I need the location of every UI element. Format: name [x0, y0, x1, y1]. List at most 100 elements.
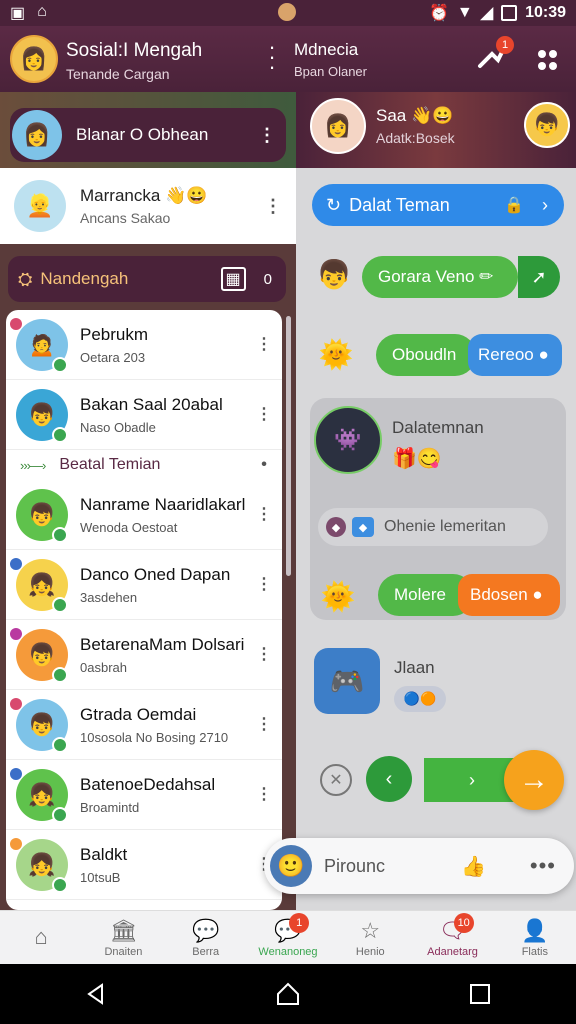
contact-row[interactable]: 👦 Gtrada Oemdai 10sosola No Bosing 2710 ⋮ [6, 690, 282, 760]
contact-menu-icon[interactable]: ⋮ [256, 576, 272, 594]
system-nav-bar [0, 964, 576, 1024]
contact-row[interactable]: 👧Baldkt10tsuB⋮ [6, 830, 282, 900]
badge-icon: ◆ [326, 517, 346, 537]
system-message: ◆ ◆ Ohenie lemeritan [318, 508, 548, 546]
contact-row[interactable]: 🙍 Pebrukm Oetara 203 ⋮ [6, 310, 282, 380]
contact-menu-icon[interactable]: ⋮ [256, 336, 272, 354]
contact-row[interactable]: 👦 BetarenaMam Dolsari 0asbrah ⋮ [6, 620, 282, 690]
signal-icon: ◢ [480, 5, 494, 22]
star-icon: ☆ [360, 917, 381, 943]
home-status-icon: ⌂ [37, 3, 47, 20]
profile-row[interactable]: 👱 Marrancka 👋😀 Ancans Sakao ⋮ [0, 168, 296, 244]
contact-row[interactable]: 👧 BatenoeDedahsal Broamintd ⋮ [6, 760, 282, 830]
contact-menu-icon[interactable]: ⋮ [256, 786, 272, 804]
tab-building[interactable]: 🏛 Dnaiten [82, 911, 164, 964]
alarm-icon: ⏰ [429, 5, 449, 22]
message-bubble[interactable]: Oboudln [376, 334, 476, 376]
contact-menu-icon[interactable]: ⋮ [256, 506, 272, 524]
forward-button[interactable]: → [504, 750, 564, 810]
status-dot [10, 698, 22, 710]
header-menu-icon[interactable]: · · · [264, 36, 280, 78]
emoji-icon: 👋😀 [165, 186, 208, 205]
contact-menu-icon[interactable]: ⋮ [256, 406, 272, 424]
contact-list: 🙍 Pebrukm Oetara 203 ⋮ 👦 Bakan Saal 20abal Nas… [6, 310, 282, 910]
contact-row[interactable]: 👧 Danco Oned Dapan 3asdehen ⋮ [6, 550, 282, 620]
close-icon[interactable]: ✕ [320, 764, 352, 796]
message-bubble-orange[interactable]: Bdosen ● [458, 574, 560, 616]
chat-header: 👩 Saa 👋😀 Adatk:Bosek 👦 [296, 92, 576, 168]
contact-name: Gtrada Oemdai [80, 704, 197, 724]
contact-name: BetarenaMam Dolsari [80, 634, 245, 654]
share-button[interactable]: 1 [474, 36, 514, 76]
tab-badge: 10 [453, 913, 474, 933]
mini-label: Pirounc [324, 855, 386, 876]
tab-message[interactable]: 💬 Wenanoneg 1 [247, 911, 329, 964]
divider-label: Beatal Temian [59, 456, 161, 473]
message-text: Oboudln [392, 345, 457, 364]
group-icon: ⛭ [18, 268, 33, 289]
contact-name: Danco Oned Dapan [80, 564, 231, 584]
chevron-right-icon: › [469, 769, 475, 790]
emoji-reactions-icon: 🎁😋 [392, 448, 442, 470]
thumbs-up-icon[interactable]: 👍 [461, 854, 486, 879]
tab-home[interactable]: ⌂ [0, 911, 82, 964]
add-friend-label: Dalat Teman [349, 194, 450, 215]
pinned-menu-icon[interactable]: ⋮ [258, 126, 276, 144]
tab-label: Berra [192, 945, 220, 958]
message-bubble[interactable]: Gorara Veno ✏ [362, 256, 518, 298]
more-icon[interactable]: ••• [530, 853, 556, 879]
reply-button[interactable]: ➚ [518, 256, 560, 298]
tab-badge: 1 [289, 913, 310, 933]
game-avatar: 👾 [314, 406, 382, 474]
tab-profile[interactable]: 👤 Flatis [494, 911, 576, 964]
people-icon [538, 50, 557, 70]
pinned-chat[interactable]: 👩 Blanar O Obhean ⋮ [10, 108, 286, 162]
tab-label: Dnaiten [104, 945, 143, 958]
arrow-icon: ➚ [531, 266, 547, 287]
contact-row[interactable]: 👦 Bakan Saal 20abal Naso Obadle ⋮ [6, 380, 282, 450]
tab-label: Flatis [521, 945, 548, 958]
divider-menu-icon[interactable]: • [256, 456, 272, 474]
user-avatar[interactable]: 👩 [10, 35, 58, 83]
back-icon[interactable] [82, 980, 110, 1008]
chevron-right-icon: › [542, 194, 548, 215]
add-friend-button[interactable]: ↻ Dalat Teman 🔒 › [312, 184, 564, 226]
pinned-avatar: 👩 [12, 110, 62, 160]
contact-name: Nanrame Naaridlakarl [80, 494, 246, 514]
scrollbar[interactable] [286, 316, 291, 576]
contact-row[interactable]: 👦 Nanrame Naaridlakarl Wenoda Oestoat ⋮ [6, 480, 282, 550]
online-badge-icon [52, 527, 68, 543]
contact-menu-icon[interactable]: ⋮ [256, 646, 272, 664]
section-header[interactable]: ⛭ Nandengah ▦ 0 [8, 256, 286, 302]
section-label: Nandengah [40, 269, 129, 288]
secondary-avatar[interactable]: 👦 [524, 102, 570, 148]
home-nav-icon[interactable] [274, 980, 302, 1008]
profile-status: Ancans Sakao [80, 210, 171, 226]
mini-player[interactable]: 🙂 Pirounc 👍 ••• [264, 838, 574, 894]
tab-label: Adanetarg [427, 945, 478, 958]
tab-chat-bubble[interactable]: 💬 Berra [165, 911, 247, 964]
previous-button[interactable]: ‹ [366, 756, 412, 802]
chat-user-status: Adatk:Bosek [376, 130, 455, 146]
tab-inbox[interactable]: 🗨 Adanetarg 10 [411, 911, 493, 964]
contact-status: 3asdehen [80, 589, 138, 605]
pinned-label: Blanar O Obhean [76, 125, 209, 144]
lock-icon: 🔒 [504, 197, 524, 214]
status-dot [10, 628, 22, 640]
profile-menu-icon[interactable]: ⋮ [264, 197, 282, 215]
game-title: Jlaan [394, 658, 435, 677]
calendar-icon[interactable]: ▦ [220, 267, 246, 291]
app-subtitle: Tenande Cargan [66, 66, 170, 82]
tab-star[interactable]: ☆ Henio [329, 911, 411, 964]
pager: ✕ ‹ › → [296, 750, 576, 810]
contact-name: Baldkt [80, 844, 128, 864]
recents-icon[interactable] [466, 980, 494, 1008]
contact-menu-icon[interactable]: ⋮ [256, 716, 272, 734]
game-thumbnail[interactable]: 🎮 [314, 648, 380, 714]
online-badge-icon [52, 667, 68, 683]
message-bubble-blue[interactable]: Rereoo ● [468, 334, 562, 376]
image-icon: ▣ [10, 5, 26, 22]
chat-user-avatar[interactable]: 👩 [310, 98, 366, 154]
people-button[interactable] [534, 46, 560, 72]
profile-icon: 👤 [521, 917, 549, 943]
